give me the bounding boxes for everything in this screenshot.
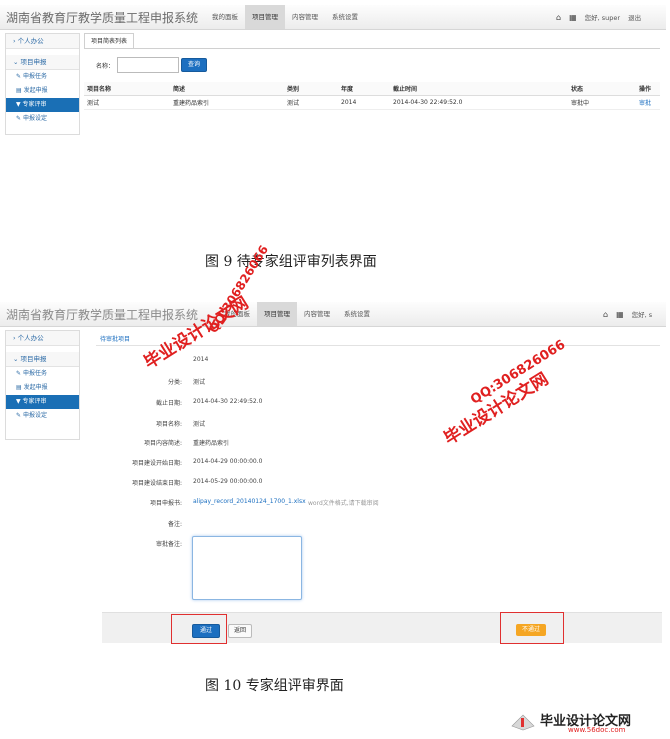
field-value-deadline: 2014-04-30 22:49:52.0 [193, 398, 263, 405]
sidebar-section-project[interactable]: ⌄ 项目申报 [6, 352, 79, 367]
user-area-2: ⌂ ▦ 您好, s [603, 302, 652, 326]
field-value-name: 测试 [193, 421, 206, 428]
table-header-row: 项目名称 简述 类别 年度 截止时间 状态 操作 [84, 82, 660, 96]
pass-button[interactable]: 通过 [192, 624, 220, 638]
sidebar-item-initiate[interactable]: ▤ 发起申报 [6, 84, 79, 98]
cell-category: 测试 [284, 95, 338, 110]
cell-name: 测试 [84, 95, 170, 110]
sidebar-section-project[interactable]: ⌄ 项目申报 [6, 55, 79, 70]
sidebar-item-label: 专家评审 [22, 398, 47, 405]
field-value-summary: 重建药品索引 [193, 440, 230, 447]
sidebar-item-settings[interactable]: ✎ 申报设定 [6, 112, 79, 126]
sidebar-item-initiate[interactable]: ▤ 发起申报 [6, 381, 79, 395]
logout-link[interactable]: 退出 [628, 12, 641, 22]
field-label-end-date: 项目建设结束日期: [131, 480, 182, 487]
back-button[interactable]: 返回 [228, 624, 252, 638]
app-header: 湖南省教育厅教学质量工程申报系统 我的面板 项目管理 内容管理 系统设置 ⌂ ▦… [0, 5, 666, 30]
field-label-category: 分类: [167, 379, 182, 386]
nav-item-project-mgmt[interactable]: 项目管理 [257, 302, 297, 326]
sidebar-item-label: 发起申报 [23, 384, 48, 391]
project-table: 项目名称 简述 类别 年度 截止时间 状态 操作 测试 重建药品索引 测试 20… [84, 82, 660, 110]
main-nav: 我的面板 项目管理 内容管理 系统设置 [205, 5, 365, 29]
figure-caption-10: 图 10 专家组评审界面 [205, 678, 344, 694]
sidebar-section-label: 项目申报 [20, 58, 47, 66]
footer-logo-url: www.56doc.com [568, 726, 626, 734]
sidebar-personal[interactable]: › 个人办公 [6, 331, 79, 346]
tab-underline [84, 48, 660, 49]
app-title: 湖南省教育厅教学质量工程申报系统 [6, 11, 199, 25]
file-hint: word文件格式,请下载审阅 [308, 500, 379, 507]
nav-item-system-settings[interactable]: 系统设置 [337, 302, 377, 326]
col-action: 操作 [636, 82, 660, 96]
field-label-start-date: 项目建设开始日期: [131, 460, 182, 467]
table-row: 测试 重建药品索引 测试 2014 2014-04-30 22:49:52.0 … [84, 95, 660, 110]
sidebar-item-settings[interactable]: ✎ 申报设定 [6, 409, 79, 423]
cell-deadline: 2014-04-30 22:49:52.0 [390, 95, 568, 110]
sidebar-item-label: 申报任务 [22, 73, 47, 80]
user-greeting: 您好, super [584, 14, 621, 22]
field-value-category: 测试 [193, 379, 206, 386]
sidebar-item-label: 申报设定 [22, 412, 47, 419]
sidebar-item-tasks[interactable]: ✎ 申报任务 [6, 70, 79, 84]
sidebar: › 个人办公 ⌄ 项目申报 ✎ 申报任务 ▤ 发起申报 ▼ 专家评审 ✎ 申报设… [5, 33, 80, 135]
search-input[interactable] [117, 57, 179, 73]
field-label-summary: 项目内容简述: [143, 440, 182, 447]
field-label-deadline: 截止日期: [155, 400, 182, 407]
search-button[interactable]: 查询 [181, 58, 207, 72]
col-category: 类别 [284, 82, 338, 96]
sidebar-item-label: 专家评审 [22, 101, 47, 108]
col-name: 项目名称 [84, 82, 170, 96]
file-download-link[interactable]: alipay_record_20140124_1700_1.xlsx [193, 498, 306, 505]
nav-item-system-settings[interactable]: 系统设置 [325, 5, 365, 29]
sidebar-item-review[interactable]: ▼ 专家评审 [6, 98, 79, 112]
app-header-2: 湖南省教育厅教学质量工程申报系统 我的面板 项目管理 内容管理 系统设置 ⌂ ▦… [0, 302, 666, 327]
search-label: 名称： [96, 63, 115, 70]
sidebar-item-review[interactable]: ▼ 专家评审 [6, 395, 79, 409]
sidebar-2: › 个人办公 ⌄ 项目申报 ✎ 申报任务 ▤ 发起申报 ▼ 专家评审 ✎ 申报设… [5, 330, 80, 440]
user-area: ⌂ ▦ 您好, super 退出 [556, 5, 641, 29]
nav-item-content-mgmt[interactable]: 内容管理 [285, 5, 325, 29]
sidebar-section-label: 项目申报 [20, 355, 47, 363]
sidebar-personal-label: 个人办公 [17, 37, 44, 45]
sidebar-item-tasks[interactable]: ✎ 申报任务 [6, 367, 79, 381]
tab-project-list[interactable]: 项目简表列表 [84, 33, 135, 49]
reject-button[interactable]: 不通过 [516, 624, 546, 636]
sidebar-personal-label: 个人办公 [17, 334, 44, 342]
user-greeting: 您好, s [631, 311, 653, 319]
home-icon[interactable]: ⌂ [556, 13, 561, 22]
col-deadline: 截止时间 [390, 82, 568, 96]
field-value-start-date: 2014-04-29 00:00:00.0 [193, 458, 263, 465]
sidebar-item-label: 申报任务 [22, 370, 47, 377]
approve-remark-textarea[interactable] [192, 536, 302, 600]
field-label-file: 项目申报书: [149, 500, 182, 507]
field-label-approve-remark: 审批备注: [155, 541, 182, 548]
nav-item-project-mgmt[interactable]: 项目管理 [245, 5, 285, 29]
sidebar-personal[interactable]: › 个人办公 [6, 34, 79, 49]
sidebar-item-label: 发起申报 [23, 87, 48, 94]
grid-icon[interactable]: ▦ [569, 13, 577, 22]
col-summary: 简述 [170, 82, 284, 96]
figure-caption-9: 图 9 待专家组评审列表界面 [205, 254, 377, 270]
year-value: 2014 [193, 356, 209, 363]
field-label-remark: 备注: [167, 521, 182, 528]
grid-icon[interactable]: ▦ [616, 310, 624, 319]
nav-item-content-mgmt[interactable]: 内容管理 [297, 302, 337, 326]
approve-link[interactable]: 审批 [636, 95, 660, 110]
col-status: 状态 [568, 82, 636, 96]
col-year: 年度 [338, 82, 390, 96]
app-title-2: 湖南省教育厅教学质量工程申报系统 [6, 308, 199, 322]
field-label-name: 项目名称: [155, 421, 182, 428]
sidebar-item-label: 申报设定 [22, 115, 47, 122]
home-icon[interactable]: ⌂ [603, 310, 608, 319]
cell-status: 审批中 [568, 95, 636, 110]
breadcrumb[interactable]: 待审批项目 [100, 334, 130, 343]
logo-emblem-icon [511, 714, 535, 731]
cell-year: 2014 [338, 95, 390, 110]
field-value-end-date: 2014-05-29 00:00:00.0 [193, 478, 263, 485]
nav-item-dashboard[interactable]: 我的面板 [205, 5, 245, 29]
footer-logo: 毕业设计论文网 www.56doc.com [510, 710, 666, 734]
cell-summary: 重建药品索引 [170, 95, 284, 110]
